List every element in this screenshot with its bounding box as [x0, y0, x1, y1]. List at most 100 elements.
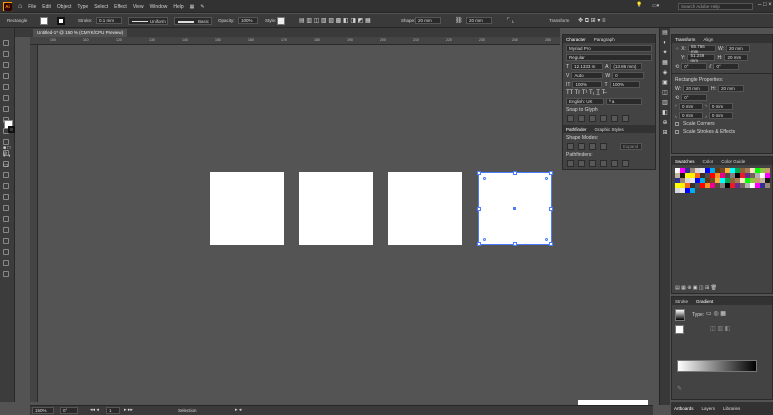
rotate-tool-icon[interactable] — [2, 138, 9, 145]
shear-field[interactable]: 0° — [713, 63, 740, 70]
style-swatch[interactable] — [277, 17, 285, 25]
align-icons[interactable]: ▤ ▥ ◫ ▧ ▨ ▩ ◧ ◨ ◩ ▦ — [299, 17, 371, 24]
minus-front-icon[interactable] — [578, 143, 585, 150]
tab-color[interactable]: Color — [703, 159, 714, 164]
rect-rotation-field[interactable]: 0° — [681, 94, 708, 101]
home-icon[interactable]: ⌂ — [15, 3, 25, 10]
snap-baseline-icon[interactable] — [567, 115, 574, 122]
rectangle-3[interactable] — [388, 172, 462, 245]
vertical-scale-field[interactable]: 100% — [572, 81, 603, 88]
document-tab[interactable]: Untitled-1* @ 150 % (CMYK/CPU Preview) — [33, 29, 128, 37]
corner-radius-2[interactable]: 0 mm — [708, 103, 733, 110]
h-field[interactable]: 20 mm — [724, 54, 749, 61]
trim-icon[interactable] — [578, 160, 585, 167]
gradient-preview[interactable] — [675, 309, 685, 321]
stroke-color-icon[interactable] — [8, 126, 15, 133]
stroke-swatch[interactable] — [57, 17, 65, 25]
font-family-field[interactable]: Myriad Pro — [566, 45, 652, 52]
menu-window[interactable]: Window — [147, 4, 171, 10]
selection-handle[interactable] — [513, 171, 517, 175]
language-select[interactable]: English: UK — [566, 98, 604, 105]
snap-angular-icon[interactable] — [611, 115, 618, 122]
x-field[interactable]: 65.766 mm — [687, 44, 716, 54]
tab-stroke[interactable]: Stroke — [675, 299, 688, 304]
gradient-edit-icons[interactable]: ◫ ▥ ◧ — [710, 325, 730, 332]
corner-radius-4[interactable]: 0 mm — [708, 112, 733, 119]
type-tool-icon[interactable] — [2, 105, 9, 112]
rectangle-2[interactable] — [299, 172, 373, 245]
antialias-select[interactable]: ª a — [606, 98, 642, 105]
selection-handle[interactable] — [477, 171, 481, 175]
hand-tool-icon[interactable] — [2, 259, 9, 266]
corner-icon[interactable]: ⌜ ⌞ — [507, 17, 514, 24]
status-menu-icon[interactable]: ▸ ◂ — [235, 407, 241, 413]
tab-character[interactable]: Character — [566, 37, 586, 42]
opacity-field[interactable]: 100% — [238, 17, 258, 24]
expand-button[interactable]: Expand — [620, 143, 642, 150]
snap-xheight-icon[interactable] — [578, 115, 585, 122]
fill-swatch[interactable] — [40, 17, 48, 25]
brush-select[interactable]: Basic — [174, 17, 212, 25]
corner-widget[interactable] — [483, 177, 486, 180]
eyedropper-tool-icon[interactable] — [2, 204, 9, 211]
intersect-icon[interactable] — [589, 143, 596, 150]
direct-selection-tool-icon[interactable] — [2, 50, 9, 57]
gradient-slider[interactable] — [677, 360, 757, 372]
font-size-field[interactable]: 12.1333 m — [571, 63, 604, 70]
brush-tool-icon[interactable] — [2, 94, 9, 101]
zoom-tool-icon[interactable] — [2, 270, 9, 277]
selection-tool-icon[interactable] — [2, 39, 9, 46]
exclude-icon[interactable] — [600, 143, 607, 150]
corner-radius-1[interactable]: 0 mm — [678, 103, 703, 110]
angle-field[interactable]: 0° — [681, 63, 708, 70]
stroke-weight-field[interactable]: 0.1 mm — [96, 17, 122, 24]
rect-width-field[interactable]: 20 mm — [683, 85, 710, 92]
menu-type[interactable]: Type — [74, 4, 91, 10]
menu-view[interactable]: View — [130, 4, 147, 10]
kerning-field[interactable]: Auto — [571, 72, 604, 79]
tab-align[interactable]: Align — [703, 37, 713, 42]
divide-icon[interactable] — [567, 160, 574, 167]
tab-graphic-styles[interactable]: Graphic Styles — [595, 127, 624, 132]
tab-paragraph[interactable]: Paragraph — [594, 37, 615, 42]
merge-icon[interactable] — [589, 160, 596, 167]
selection-handle[interactable] — [477, 207, 481, 211]
pen-tool-icon[interactable] — [2, 61, 9, 68]
reference-point-icon[interactable]: ⁘ — [675, 46, 679, 52]
snap-anchor-icon[interactable] — [622, 115, 629, 122]
menu-object[interactable]: Object — [54, 4, 74, 10]
selection-handle[interactable] — [549, 171, 553, 175]
corner-widget[interactable] — [483, 238, 486, 241]
workspace-switcher-icon[interactable]: ▭▾ — [652, 3, 659, 9]
brush-icon[interactable]: ✎ — [197, 4, 207, 10]
menu-file[interactable]: File — [25, 4, 39, 10]
shape-height-field[interactable]: 20 mm — [466, 17, 492, 24]
slice-tool-icon[interactable] — [2, 248, 9, 255]
swatch-grid[interactable] — [675, 168, 771, 193]
layout-icon[interactable]: ▦ — [187, 4, 198, 10]
tab-artboards[interactable]: Artboards — [674, 406, 694, 411]
unite-icon[interactable] — [567, 143, 574, 150]
corner-widget[interactable] — [545, 238, 548, 241]
lightbulb-icon[interactable]: 💡 — [636, 2, 642, 9]
tab-transform[interactable]: Transform — [675, 37, 695, 42]
window-controls[interactable]: – □ × — [758, 2, 772, 8]
screen-mode-icon[interactable]: ▭ — [3, 162, 9, 169]
selection-handle[interactable] — [549, 242, 553, 246]
link-icon[interactable]: ⛓ — [455, 17, 463, 24]
selection-handle[interactable] — [549, 207, 553, 211]
shape-builder-tool-icon[interactable] — [2, 182, 9, 189]
outline-icon[interactable] — [611, 160, 618, 167]
tab-gradient[interactable]: Gradient — [696, 299, 713, 304]
y-field[interactable]: 51.249 mm — [687, 53, 716, 63]
w-field[interactable]: 20 mm — [725, 45, 750, 52]
menu-select[interactable]: Select — [91, 4, 111, 10]
dock-icon-strip[interactable]: ▤ ◐ ✦ ▦ ◈ ▣ ◫ ▥ ◧ ⊕ ⊞ — [659, 28, 670, 405]
snap-proximity-icon[interactable] — [600, 115, 607, 122]
tab-layers[interactable]: Layers — [702, 406, 716, 411]
transform-link[interactable]: Transform — [549, 18, 569, 23]
menu-effect[interactable]: Effect — [111, 4, 130, 10]
tab-libraries[interactable]: Libraries — [723, 406, 740, 411]
menu-help[interactable]: Help — [170, 4, 186, 10]
rect-height-field[interactable]: 20 mm — [718, 85, 745, 92]
